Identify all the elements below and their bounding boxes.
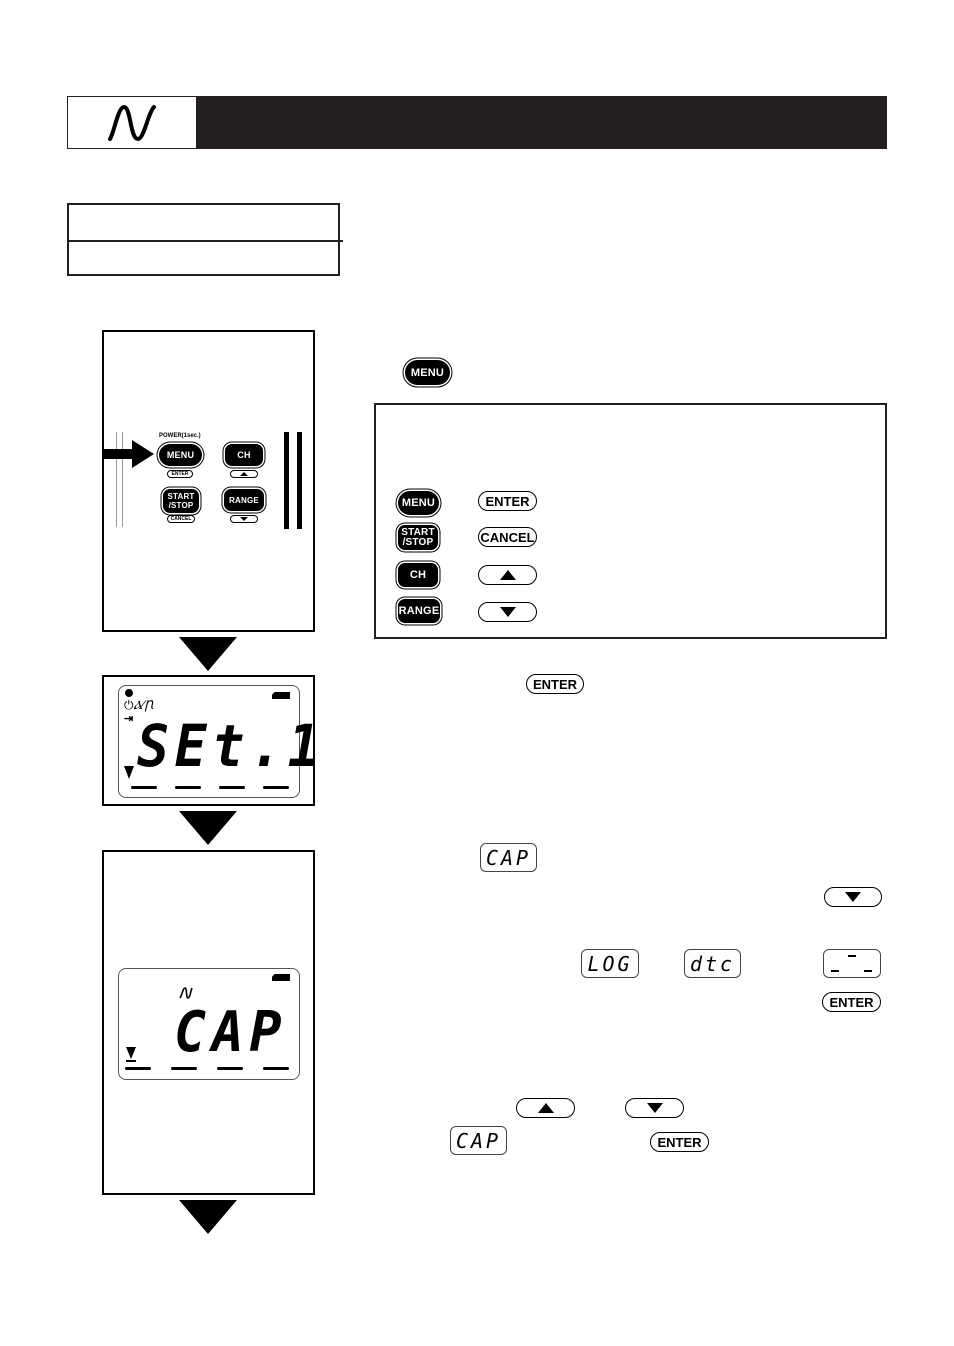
menu-key[interactable]: MENU	[405, 360, 450, 385]
waveform-icons: ⏻Ⲁ⁄Ꞃ	[124, 698, 153, 712]
up-label	[230, 470, 258, 478]
settings-table	[67, 203, 343, 276]
up-key[interactable]	[516, 1098, 575, 1118]
lcd-log-label: LOG	[581, 949, 639, 978]
lcd-dash	[175, 786, 201, 789]
ch-key[interactable]: CH	[225, 444, 263, 466]
up-arrow-icon	[537, 1103, 554, 1113]
lcd-dash	[219, 786, 245, 789]
indicator-arrow-icon	[126, 1047, 136, 1059]
cancel-label: CANCEL	[167, 515, 195, 523]
lcd-set1-panel: ⏻Ⲁ⁄Ꞃ ⇥ SEt.1	[102, 675, 320, 806]
lcd-cap-panel: CAP	[102, 850, 315, 1195]
start-stop-label-2: /STOP	[402, 536, 434, 548]
lcd-dash	[831, 970, 839, 972]
lcd-dash	[131, 786, 157, 789]
device-edge	[284, 432, 289, 529]
power-label: POWER(1sec.)	[159, 433, 201, 439]
down-arrow-icon	[646, 1103, 663, 1113]
lcd-dash	[263, 786, 289, 789]
lcd-cap-label: CAP	[450, 1126, 507, 1155]
start-stop-label-1: START	[167, 492, 195, 501]
up-key	[478, 565, 537, 585]
up-arrow-icon	[499, 570, 516, 580]
sine-wave-icon	[108, 104, 156, 141]
down-arrow-icon	[845, 892, 861, 902]
start-stop-label-1: START	[401, 526, 435, 538]
interval-icon: ⇥	[124, 713, 134, 725]
down-arrow-icon	[499, 607, 516, 617]
enter-label: ENTER	[167, 470, 193, 478]
enter-key[interactable]: ENTER	[822, 992, 881, 1012]
ruler-line	[122, 432, 123, 527]
start-stop-key[interactable]: START /STOP	[163, 489, 199, 513]
ch-key: CH	[398, 563, 438, 587]
lcd-dashes-label	[823, 949, 881, 978]
flow-arrow-icon	[179, 1200, 237, 1234]
lcd-text: CAP	[174, 1000, 288, 1065]
lcd-display: CAP	[118, 968, 300, 1080]
cancel-key: CANCEL	[478, 527, 537, 547]
header-title-bar	[197, 96, 887, 149]
table-divider	[69, 240, 343, 242]
menu-key: MENU	[398, 491, 439, 515]
enter-key[interactable]: ENTER	[650, 1132, 709, 1152]
device-edge	[297, 432, 302, 529]
flow-arrow-icon	[179, 811, 237, 845]
up-arrow-icon	[240, 472, 248, 476]
lcd-dash	[217, 1067, 243, 1070]
ruler-line	[116, 432, 117, 527]
enter-key[interactable]: ENTER	[526, 674, 584, 694]
sine-wave-icon	[179, 987, 193, 999]
lcd-text: SEt.1	[137, 712, 326, 780]
indicator-underline	[126, 1060, 136, 1062]
lcd-dash	[171, 1067, 197, 1070]
down-label	[230, 515, 258, 523]
range-key[interactable]: RANGE	[224, 489, 264, 511]
lcd-dtc-label: dtc	[684, 949, 741, 978]
range-key: RANGE	[398, 599, 440, 623]
pointer-arrow-shaft	[104, 449, 134, 459]
menu-key[interactable]: MENU	[159, 444, 202, 466]
flow-arrow-icon	[179, 637, 237, 671]
down-key[interactable]	[625, 1098, 684, 1118]
battery-icon	[272, 692, 290, 699]
lcd-dash	[848, 955, 856, 957]
down-key[interactable]	[824, 887, 882, 907]
pointer-arrow-icon	[132, 440, 154, 468]
down-arrow-icon	[240, 517, 248, 521]
start-stop-key: START /STOP	[398, 525, 438, 550]
down-key	[478, 602, 537, 622]
enter-key: ENTER	[478, 491, 537, 511]
lcd-dash	[263, 1067, 289, 1070]
battery-icon	[272, 974, 290, 981]
start-stop-label-2: /STOP	[168, 501, 194, 510]
lcd-dash	[864, 970, 872, 972]
key-legend-box: MENU ENTER START /STOP CANCEL CH RANGE	[374, 403, 887, 639]
lcd-cap-label: CAP	[480, 843, 537, 872]
header-icon-box	[67, 96, 197, 149]
indicator-arrow-icon	[124, 766, 134, 779]
device-keypad-panel: POWER(1sec.) MENU ENTER CH START /STOP C…	[102, 330, 315, 632]
lcd-dash	[125, 1067, 151, 1070]
alarm-icon	[125, 689, 133, 697]
lcd-display: ⏻Ⲁ⁄Ꞃ ⇥ SEt.1	[118, 685, 320, 798]
